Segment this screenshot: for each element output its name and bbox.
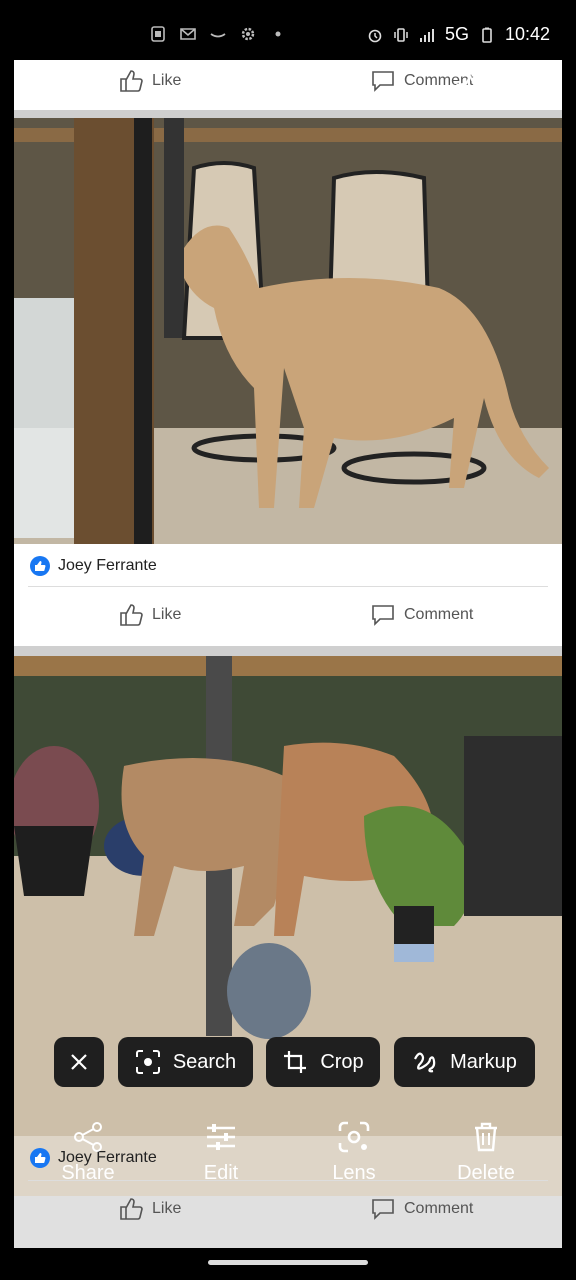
markup-squiggle-icon <box>414 1052 436 1073</box>
like-badge-icon <box>30 556 50 576</box>
tune-sliders-icon <box>207 1124 235 1150</box>
markup-chip-button[interactable]: Markup <box>394 1037 535 1087</box>
comment-bubble-icon <box>372 605 394 626</box>
like-label: Like <box>152 606 182 623</box>
viewer-top-bar <box>14 60 562 116</box>
share-label: Share <box>61 1162 115 1184</box>
alarm-icon <box>368 29 382 42</box>
lens-search-icon <box>135 1050 160 1074</box>
signal-icon <box>419 28 434 42</box>
lens-button[interactable]: Lens <box>304 1120 404 1185</box>
lens-label: Lens <box>332 1162 376 1184</box>
sim-icon <box>151 26 165 42</box>
delete-button[interactable]: Delete <box>436 1120 536 1185</box>
like-action-1[interactable]: Like <box>118 602 181 628</box>
favorite-button[interactable] <box>450 68 490 108</box>
status-bar: 5G 10:42 <box>0 0 576 60</box>
battery-icon <box>482 27 492 43</box>
network-type: 5G <box>444 24 469 44</box>
share-button[interactable]: Share <box>38 1120 138 1185</box>
cougar-photo-1 <box>14 118 562 602</box>
thumbs-up-icon <box>120 604 143 626</box>
edit-button[interactable]: Edit <box>171 1120 271 1185</box>
amazon-icon <box>210 33 226 38</box>
vibrate-icon <box>394 27 408 42</box>
arrow-left-icon <box>31 77 55 99</box>
system-icons: 5G 10:42 <box>367 24 550 45</box>
comment-label: Comment <box>404 606 474 623</box>
share-icon <box>74 1122 102 1152</box>
gmail-icon <box>180 28 196 40</box>
fb-post-1-footer: Joey Ferrante Like Comment <box>14 544 562 646</box>
author-name[interactable]: Joey Ferrante <box>58 557 157 575</box>
bottom-action-bar: Share Edit Lens Delete <box>14 1120 562 1200</box>
cougar-photo-2-image <box>14 656 562 1196</box>
star-icon <box>455 73 485 101</box>
back-button[interactable] <box>24 68 64 108</box>
home-indicator[interactable] <box>208 1260 368 1265</box>
delete-label: Delete <box>457 1162 515 1184</box>
clock: 10:42 <box>504 24 550 44</box>
cougar-photo-1-image <box>14 118 562 602</box>
search-chip-label: Search <box>172 1050 237 1073</box>
search-chip-button[interactable]: Search <box>118 1037 253 1087</box>
comment-action-1[interactable]: Comment <box>370 602 473 628</box>
markup-chip-label: Markup <box>450 1050 517 1073</box>
like-label: Like <box>152 1200 182 1217</box>
cougar-photo-2 <box>14 656 562 1196</box>
crop-icon <box>284 1051 307 1073</box>
google-lens-icon <box>338 1121 370 1153</box>
edit-label: Edit <box>203 1162 239 1184</box>
trash-icon <box>475 1122 497 1152</box>
settings-icon <box>241 27 255 41</box>
more-vert-icon <box>531 75 537 101</box>
crop-chip-button[interactable]: Crop <box>266 1037 380 1087</box>
comment-label: Comment <box>404 1200 474 1217</box>
fb-post-1-author-row: Joey Ferrante <box>30 556 157 576</box>
more-options-button[interactable] <box>519 68 549 108</box>
close-chip-button[interactable] <box>54 1037 104 1087</box>
dot-icon <box>275 31 281 37</box>
divider <box>28 586 548 587</box>
notification-icons <box>150 26 286 42</box>
close-icon <box>71 1054 87 1070</box>
crop-chip-label: Crop <box>320 1050 364 1073</box>
